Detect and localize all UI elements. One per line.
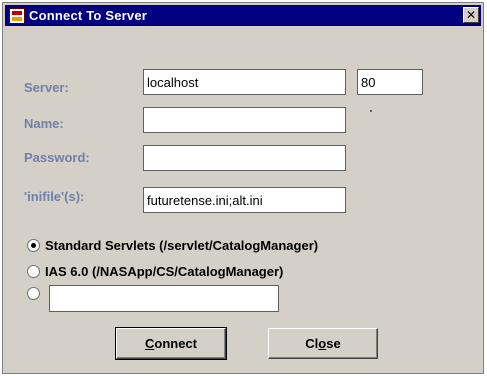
option-ias[interactable]: IAS 6.0 (/NASApp/CS/CatalogManager) [27, 264, 283, 279]
close-label-pre: Cl [305, 336, 319, 351]
option-label: Standard Servlets (/servlet/CatalogManag… [45, 238, 319, 253]
title-bar[interactable]: Connect To Server ✕ [5, 5, 481, 26]
separator-dot [370, 110, 372, 112]
radio-ias[interactable] [27, 265, 40, 278]
server-input[interactable] [143, 69, 346, 95]
inifile-input[interactable] [143, 187, 346, 213]
option-standard-servlets[interactable]: Standard Servlets (/servlet/CatalogManag… [27, 238, 318, 253]
name-input[interactable] [143, 107, 346, 133]
server-label: Server: [24, 80, 69, 95]
name-label: Name: [24, 116, 64, 131]
inifile-label: 'inifile'(s): [24, 189, 85, 204]
password-label: Password: [24, 150, 90, 165]
close-label-rest: se [326, 336, 341, 351]
port-input[interactable] [357, 69, 423, 95]
password-input[interactable] [143, 145, 346, 171]
connect-label-rest: onnect [154, 336, 197, 351]
radio-custom[interactable] [27, 287, 40, 300]
connect-mnemonic: C [144, 336, 155, 351]
option-label: IAS 6.0 (/NASApp/CS/CatalogManager) [45, 264, 284, 279]
close-icon[interactable]: ✕ [463, 7, 479, 23]
app-icon [9, 7, 25, 24]
custom-path-input[interactable] [49, 285, 279, 312]
option-custom[interactable] [27, 287, 45, 300]
connect-button[interactable]: Connect [115, 327, 227, 360]
window-title: Connect To Server [29, 8, 148, 23]
close-button[interactable]: Close [268, 328, 378, 359]
radio-standard-servlets[interactable] [27, 239, 40, 252]
